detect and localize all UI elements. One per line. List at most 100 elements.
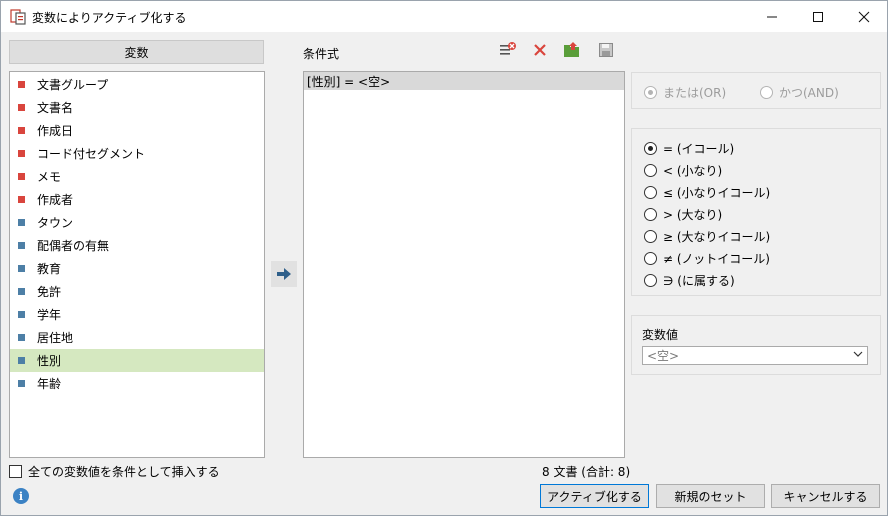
variable-item[interactable]: 作成者 [10, 188, 264, 211]
variable-item[interactable]: 作成日 [10, 119, 264, 142]
variable-label: 作成日 [37, 124, 74, 138]
variable-label: 配偶者の有無 [37, 239, 110, 253]
operator-radio-contains[interactable]: ∋ (に属する) [644, 272, 735, 289]
app-icon [10, 9, 26, 25]
variable-label: 年齢 [37, 377, 62, 391]
info-icon[interactable]: i [13, 488, 29, 504]
variable-item[interactable]: 年齢 [10, 372, 264, 395]
operator-label: < (小なり) [663, 164, 723, 178]
operator-label: ≥ (大なりイコール) [663, 230, 771, 244]
user-variable-icon [18, 288, 25, 295]
document-variable-icon [18, 150, 25, 157]
variable-item[interactable]: コード付セグメント [10, 142, 264, 165]
operator-radio-greater[interactable]: > (大なり) [644, 206, 722, 223]
variable-item[interactable]: タウン [10, 211, 264, 234]
minimize-icon [767, 16, 777, 17]
document-variable-icon [18, 81, 25, 88]
maximize-icon [813, 11, 823, 22]
operator-label: ≠ (ノットイコール) [663, 252, 770, 266]
operator-radio-less-equal[interactable]: ≤ (小なりイコール) [644, 184, 770, 201]
arrow-right-icon [277, 268, 291, 280]
variable-item[interactable]: 文書グループ [10, 73, 264, 96]
conditions-label: 条件式 [303, 47, 340, 61]
radio-button-icon [644, 142, 657, 155]
delete-icon [534, 44, 546, 56]
user-variable-icon [18, 219, 25, 226]
radio-button-icon [644, 230, 657, 243]
document-variable-icon [18, 173, 25, 180]
value-label: 変数値 [642, 328, 679, 342]
operator-radio-not-equal[interactable]: ≠ (ノットイコール) [644, 250, 770, 267]
radio-button-icon [760, 86, 773, 99]
variable-item[interactable]: 教育 [10, 257, 264, 280]
export-button[interactable] [563, 41, 581, 59]
document-count: 8 文書 (合計: 8) [542, 465, 631, 479]
variable-item[interactable]: 免許 [10, 280, 264, 303]
delete-condition-button[interactable] [531, 41, 549, 59]
conditions-list[interactable]: [性別] = <空> [303, 71, 625, 458]
variable-item-selected[interactable]: 性別 [10, 349, 264, 372]
insert-all-label: 全ての変数値を条件として挿入する [28, 465, 220, 479]
document-variable-icon [18, 127, 25, 134]
or-label: または(OR) [663, 86, 727, 100]
variable-label: コード付セグメント [37, 147, 146, 161]
insert-all-checkbox-row[interactable]: 全ての変数値を条件として挿入する [9, 463, 220, 480]
variables-list[interactable]: 文書グループ 文書名 作成日 コード付セグメント メモ 作成者 タウン 配偶者の… [9, 71, 265, 458]
condition-item[interactable]: [性別] = <空> [304, 72, 624, 90]
user-variable-icon [18, 357, 25, 364]
value-dropdown[interactable]: <空> [642, 346, 868, 365]
operator-label: ≤ (小なりイコール) [663, 186, 771, 200]
new-set-button[interactable]: 新規のセット [656, 484, 765, 508]
save-icon [599, 43, 613, 57]
window-title: 変数によりアクティブ化する [32, 11, 187, 25]
operator-label: ∋ (に属する) [663, 274, 735, 288]
close-button[interactable] [841, 1, 887, 32]
or-radio[interactable]: または(OR) [644, 84, 726, 101]
insert-all-checkbox[interactable] [9, 465, 22, 478]
user-variable-icon [18, 311, 25, 318]
operator-radio-greater-equal[interactable]: ≥ (大なりイコール) [644, 228, 770, 245]
operator-label: = (イコール) [663, 142, 735, 156]
document-variable-icon [18, 196, 25, 203]
variables-header[interactable]: 変数 [9, 40, 264, 64]
user-variable-icon [18, 334, 25, 341]
add-condition-button[interactable] [271, 261, 297, 287]
export-icon [564, 42, 579, 57]
variable-item[interactable]: 学年 [10, 303, 264, 326]
radio-button-icon [644, 164, 657, 177]
title-bar: 変数によりアクティブ化する [1, 1, 887, 32]
chevron-down-icon [853, 349, 863, 362]
user-variable-icon [18, 380, 25, 387]
variable-label: 作成者 [37, 193, 74, 207]
variable-label: 文書グループ [37, 78, 109, 92]
variable-label: 免許 [37, 285, 62, 299]
variable-item[interactable]: 文書名 [10, 96, 264, 119]
cancel-button[interactable]: キャンセルする [771, 484, 880, 508]
variable-label: 学年 [37, 308, 62, 322]
operator-radio-equal[interactable]: = (イコール) [644, 140, 734, 157]
save-button[interactable] [597, 41, 615, 59]
activate-button[interactable]: アクティブ化する [540, 484, 649, 508]
user-variable-icon [18, 242, 25, 249]
minimize-button[interactable] [749, 1, 795, 32]
variable-item[interactable]: 配偶者の有無 [10, 234, 264, 257]
variable-label: メモ [37, 170, 62, 184]
document-variable-icon [18, 104, 25, 111]
and-radio[interactable]: かつ(AND) [760, 84, 839, 101]
radio-button-icon [644, 252, 657, 265]
close-icon [858, 11, 870, 22]
variable-item[interactable]: 居住地 [10, 326, 264, 349]
maximize-button[interactable] [795, 1, 841, 32]
operator-label: > (大なり) [663, 208, 723, 222]
dialog-window: 変数によりアクティブ化する 変数 文書グループ 文書名 作成日 コード付セグメン… [0, 0, 888, 516]
clear-conditions-button[interactable] [499, 41, 517, 59]
radio-button-icon [644, 186, 657, 199]
variable-item[interactable]: メモ [10, 165, 264, 188]
radio-button-icon [644, 208, 657, 221]
radio-button-icon [644, 274, 657, 287]
variable-label: 文書名 [37, 101, 74, 115]
radio-button-icon [644, 86, 657, 99]
operator-radio-less[interactable]: < (小なり) [644, 162, 722, 179]
user-variable-icon [18, 265, 25, 272]
variable-label: 居住地 [37, 331, 74, 345]
